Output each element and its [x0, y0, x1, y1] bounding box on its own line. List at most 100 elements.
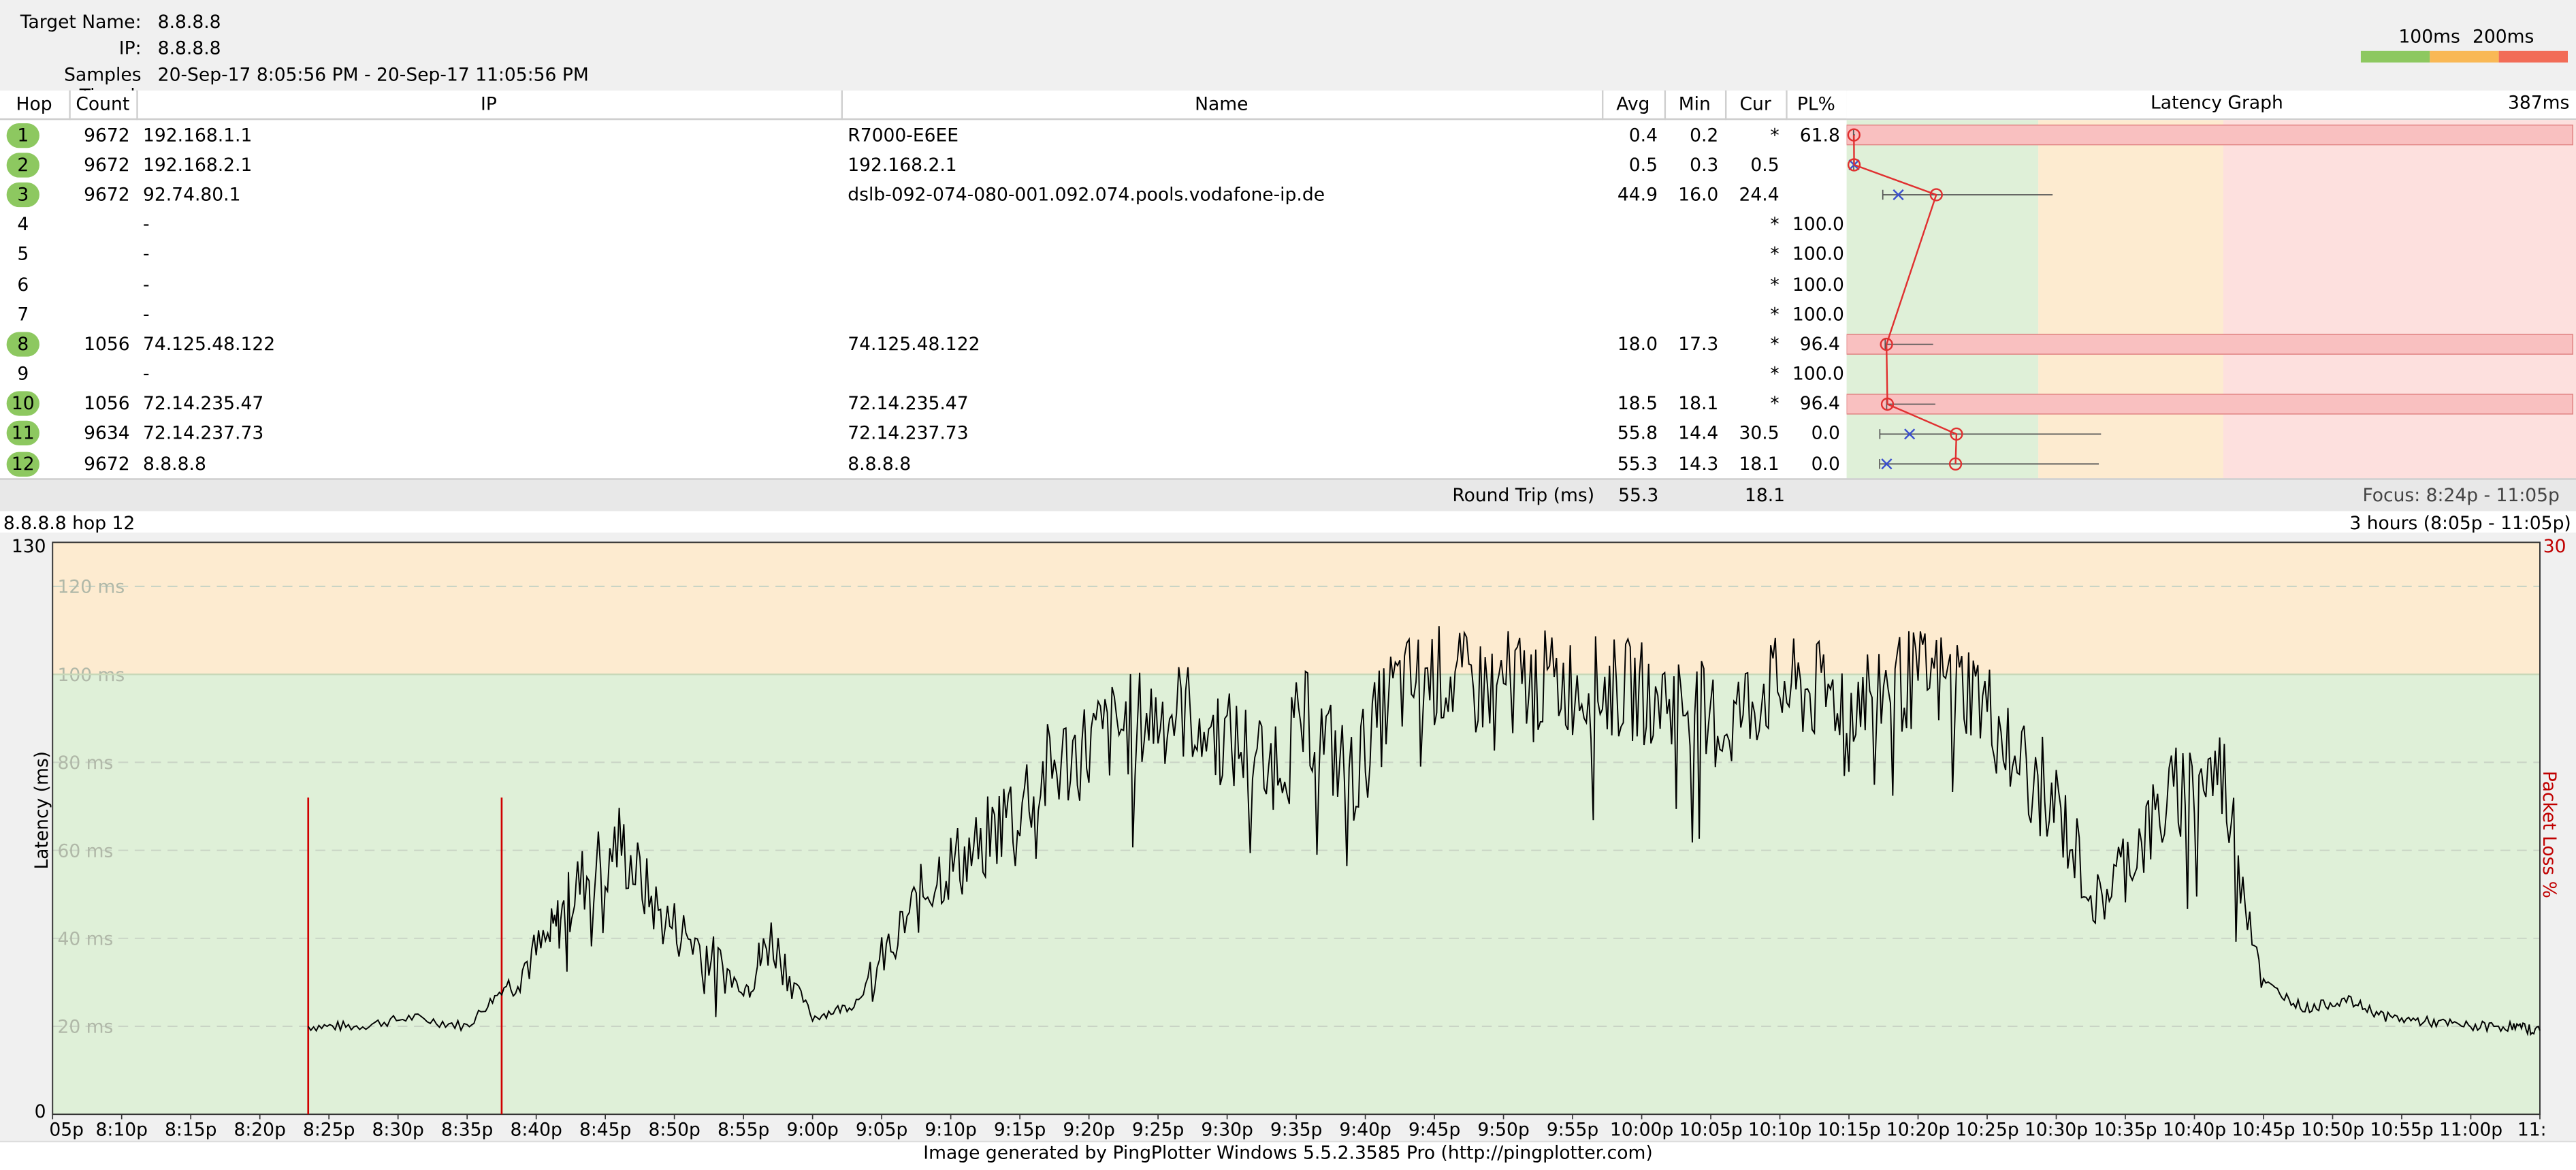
- x-tick-label: 9:05p: [856, 1120, 907, 1141]
- hop-pl: 96.4: [1799, 393, 1840, 415]
- hop-row[interactable]: 4 - * 100.0: [0, 210, 1847, 240]
- x-tick-label: 9:55p: [1547, 1120, 1598, 1141]
- hop-cur: *: [1770, 363, 1780, 385]
- round-trip-cur: 18.1: [1744, 484, 1786, 507]
- col-min[interactable]: Min: [1664, 90, 1726, 121]
- hop-name: [841, 270, 1602, 300]
- x-tick-label: 9:00p: [786, 1120, 838, 1141]
- hop-row[interactable]: 11 9634 72.14.237.73 72.14.237.73 55.8 14.4 30…: [0, 419, 1847, 449]
- hop-row[interactable]: 9 - * 100.0: [0, 359, 1847, 389]
- hop-avg: 18.5: [1617, 393, 1658, 415]
- footer: Image generated by PingPlotter Windows 5…: [0, 1140, 2576, 1170]
- hop-number: 9: [17, 363, 29, 385]
- hop-min: [1664, 359, 1725, 389]
- loss-bar-hop-1: [1846, 124, 2573, 146]
- x-tick-label: 8:55p: [718, 1120, 769, 1141]
- legend-100ms-label: 100ms: [2398, 26, 2460, 48]
- loss-bar-hop-8: [1846, 334, 2573, 355]
- x-tick-label: 10:10p: [1748, 1120, 1812, 1141]
- x-tick-label: 9:30p: [1201, 1120, 1253, 1141]
- col-hop[interactable]: Hop: [0, 90, 70, 121]
- x-tick-label: 11:: [2517, 1120, 2547, 1141]
- time-graph[interactable]: 120 ms100 ms80 ms60 ms40 ms20 ms130030La…: [0, 532, 2576, 1141]
- round-trip-avg: 55.3: [1618, 484, 1659, 507]
- col-cur[interactable]: Cur: [1724, 90, 1787, 121]
- legend-bad-bar: [2498, 50, 2568, 63]
- hop-count: 9672: [84, 154, 130, 176]
- hop-min: 16.0: [1678, 184, 1719, 206]
- latency-graph-max: 387ms: [2508, 92, 2570, 114]
- hop-row[interactable]: 7 - * 100.0: [0, 300, 1847, 330]
- col-ip[interactable]: IP: [136, 90, 842, 121]
- hop-row[interactable]: 1 9672 192.168.1.1 R7000-E6EE 0.4 0.2 * 61.8: [0, 119, 1847, 150]
- hop-number: 5: [17, 243, 29, 266]
- latency-graph[interactable]: [1846, 120, 2576, 480]
- hop-row[interactable]: 3 9672 92.74.80.1 dslb-092-074-080-001.092.…: [0, 180, 1847, 210]
- loss-axis-top: 30: [2543, 536, 2566, 557]
- legend-good-bar: [2360, 50, 2430, 63]
- hop-cur: *: [1770, 124, 1780, 146]
- hop-row[interactable]: 8 1056 74.125.48.122 74.125.48.122 18.0 17.3 *…: [0, 329, 1847, 359]
- target-name-value: 8.8.8.8: [157, 11, 221, 33]
- col-count[interactable]: Count: [69, 90, 138, 121]
- x-tick-label: 10:30p: [2025, 1120, 2088, 1141]
- hop-ip: 72.14.235.47: [142, 393, 264, 415]
- x-tick-label: 10:35p: [2093, 1120, 2157, 1141]
- hop-name: 72.14.237.73: [848, 423, 969, 445]
- loss-bar-hop-10: [1846, 394, 2573, 415]
- x-tick-label: 8:20p: [234, 1120, 285, 1141]
- x-tick-label: 8:35p: [441, 1120, 493, 1141]
- x-tick-label: 10:15p: [1817, 1120, 1880, 1141]
- hop-pl: 100.0: [1792, 214, 1844, 236]
- col-avg[interactable]: Avg: [1601, 90, 1665, 121]
- hop-count: 9672: [84, 453, 130, 475]
- hop-row[interactable]: 6 - * 100.0: [0, 270, 1847, 300]
- y-axis-label: Latency (ms): [31, 751, 52, 870]
- hop-name: [841, 300, 1602, 330]
- hop-pl: 100.0: [1792, 363, 1844, 385]
- hop-number: 8: [6, 332, 39, 357]
- hop-ip: 192.168.2.1: [142, 154, 253, 176]
- hop-avg: [1602, 300, 1664, 330]
- table-header: Hop Count IP Name Avg Min Cur PL%: [0, 90, 1848, 121]
- hop-count: [69, 270, 136, 300]
- x-tick-label: 8:30p: [372, 1120, 423, 1141]
- zone-1: [52, 542, 2540, 675]
- y-bottom-label: 0: [35, 1101, 46, 1122]
- hop-row[interactable]: 2 9672 192.168.2.1 192.168.2.1 0.5 0.3 0.5: [0, 150, 1847, 180]
- hop-cur: 24.4: [1739, 184, 1780, 206]
- hop-cur: *: [1770, 303, 1780, 326]
- hop-row[interactable]: 5 - * 100.0: [0, 240, 1847, 270]
- zone-good: [1846, 120, 2039, 480]
- hop-row[interactable]: 12 9672 8.8.8.8 8.8.8.8 55.3 14.3 18.1 0.0: [0, 449, 1847, 479]
- x-tick-label: 9:20p: [1063, 1120, 1114, 1141]
- hop-count: [69, 300, 136, 330]
- y-top-label: 130: [12, 536, 46, 557]
- col-name[interactable]: Name: [841, 90, 1603, 121]
- hop-name: 8.8.8.8: [848, 453, 912, 475]
- col-pl[interactable]: PL%: [1786, 90, 1848, 121]
- hop-count: 9672: [84, 184, 130, 206]
- hop-pl: 0.0: [1811, 453, 1840, 475]
- hop-name: dslb-092-074-080-001.092.074.pools.vodaf…: [848, 184, 1325, 206]
- grid-label: 60 ms: [57, 840, 113, 861]
- hop-avg: 0.5: [1628, 154, 1658, 176]
- hop-number: 10: [6, 392, 39, 417]
- zone-bad: [2223, 120, 2576, 480]
- focus-range: Focus: 8:24p - 11:05p: [2362, 484, 2560, 507]
- hop-number: 1: [6, 123, 39, 148]
- hop-number: 12: [6, 451, 39, 477]
- hop-cur: *: [1770, 333, 1780, 355]
- hop-ip: 92.74.80.1: [142, 184, 241, 206]
- hop-count: 1056: [84, 333, 130, 355]
- ip-value: 8.8.8.8: [157, 37, 221, 59]
- hop-avg: [1602, 240, 1664, 270]
- hop-cur: 18.1: [1739, 453, 1780, 475]
- hop-avg: [1602, 210, 1664, 240]
- hop-ip: -: [142, 303, 150, 326]
- hop-avg: 44.9: [1617, 184, 1658, 206]
- round-trip-row: Round Trip (ms) 55.3 18.1 Focus: 8:24p -…: [0, 478, 2576, 511]
- x-tick-label: 10:40p: [2163, 1120, 2226, 1141]
- hop-min: [1664, 270, 1725, 300]
- hop-row[interactable]: 10 1056 72.14.235.47 72.14.235.47 18.5 18.1 * 9…: [0, 389, 1847, 419]
